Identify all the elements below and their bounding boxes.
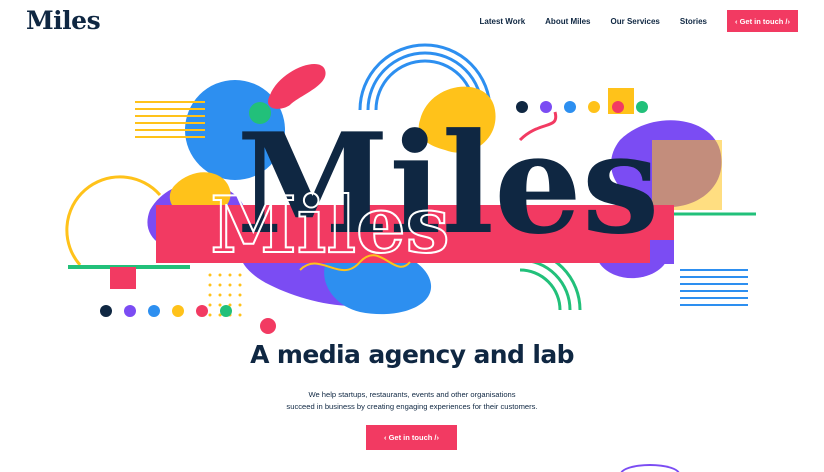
next-section-peek [620,464,680,472]
hero-illustration: Miles Miles [65,43,756,334]
hero-description-line-2: succeed in business by creating engaging… [286,401,538,411]
hero-description-line-1: We help startups, restaurants, events an… [308,390,516,399]
nav-about-miles[interactable]: About Miles [545,17,590,26]
hero-wordmark-outline: Miles [210,180,449,271]
hero-description: We help startups, restaurants, events an… [0,389,824,412]
dot-row-left [100,305,232,317]
nav-our-services[interactable]: Our Services [611,17,660,26]
get-in-touch-button[interactable]: ‹ Get in touch /› [727,10,798,32]
hero-get-in-touch-button[interactable]: ‹ Get in touch /› [366,425,457,450]
hero-headline: A media agency and lab [250,340,574,369]
nav-stories[interactable]: Stories [680,17,707,26]
nav-latest-work[interactable]: Latest Work [480,17,526,26]
main-nav: Latest Work About Miles Our Services Sto… [480,10,798,32]
